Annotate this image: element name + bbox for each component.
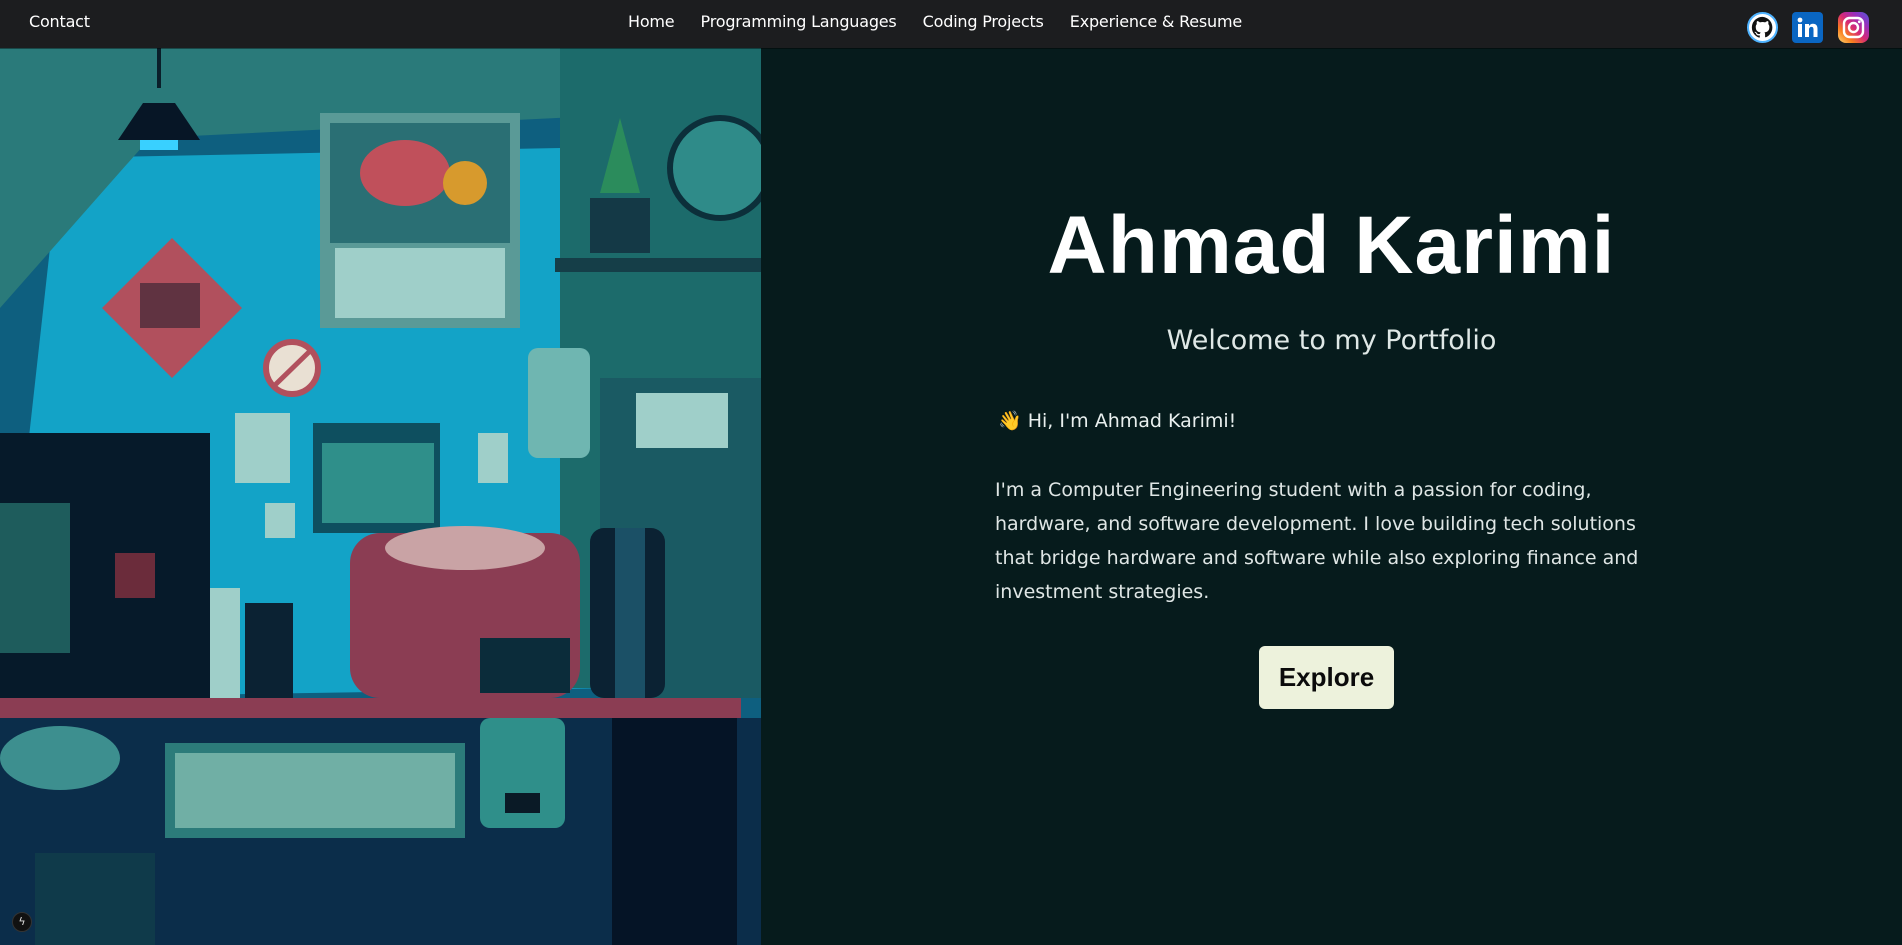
nav-contact-link[interactable]: Contact [29,12,90,31]
nav-links: Home Programming Languages Coding Projec… [628,0,1263,48]
nav-coding-projects-link[interactable]: Coding Projects [923,12,1044,31]
top-navbar: Contact Home Programming Languages Codin… [0,0,1902,48]
bio-paragraph: I'm a Computer Engineering student with … [995,479,1639,603]
nav-experience-resume-link[interactable]: Experience & Resume [1070,12,1242,31]
lightning-icon[interactable]: ϟ [12,912,32,932]
pixel-art-scene [0,48,761,945]
instagram-icon[interactable] [1838,12,1869,43]
explore-button[interactable]: Explore [1259,646,1394,709]
page-subtitle: Welcome to my Portfolio [1166,325,1497,356]
hero-content: Ahmad Karimi Welcome to my Portfolio 👋 H… [761,48,1902,945]
greeting-text: 👋 Hi, I'm Ahmad Karimi! [998,410,1237,432]
nav-home-link[interactable]: Home [628,12,675,31]
linkedin-icon[interactable] [1792,12,1823,43]
page-title: Ahmad Karimi [1047,200,1616,291]
nav-programming-languages-link[interactable]: Programming Languages [701,12,897,31]
github-icon[interactable] [1747,12,1778,43]
pixel-art-room-illustration [0,48,761,945]
